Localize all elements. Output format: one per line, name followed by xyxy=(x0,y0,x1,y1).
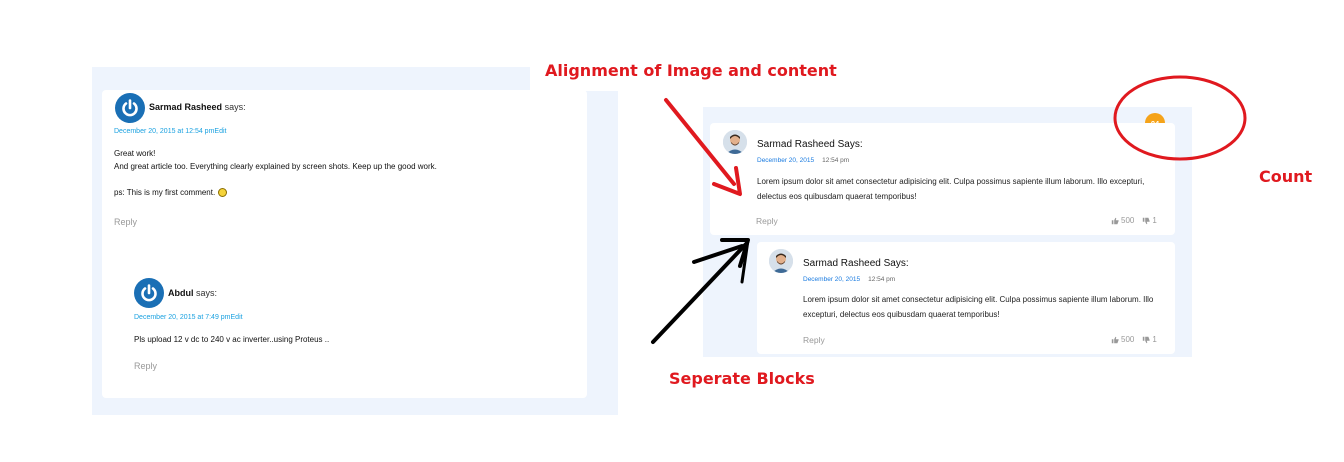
comment-line: Great work! xyxy=(114,149,156,158)
comment-author-line: Abdul says: xyxy=(168,288,217,298)
like-button[interactable]: 500 xyxy=(1111,335,1134,344)
comment-date-link[interactable]: December 20, 2015 xyxy=(757,157,814,164)
comment-author[interactable]: Sarmad Rasheed xyxy=(149,102,222,112)
reply-link[interactable]: Reply xyxy=(756,216,778,226)
thumbs-up-icon xyxy=(1111,217,1119,224)
power-icon xyxy=(122,99,138,117)
user-photo-icon xyxy=(769,249,793,273)
avatar xyxy=(769,249,793,273)
thumbs-up-icon xyxy=(1111,336,1119,343)
comment-body: Lorem ipsum dolor sit amet consectetur a… xyxy=(803,295,1154,319)
dislike-button[interactable]: 1 xyxy=(1142,216,1157,225)
comment-time: 12:54 pm xyxy=(822,157,850,164)
annotation-count: Count xyxy=(1259,167,1313,186)
comment-reactions: 500 1 xyxy=(1111,216,1157,225)
comment-body: Pls upload 12 v dc to 240 v ac inverter.… xyxy=(134,335,330,344)
says-label: Says: xyxy=(837,139,863,150)
comment-author-line: Sarmad Rasheed says: xyxy=(149,102,246,112)
comment-meta: December 20, 2015 12:54 pm xyxy=(803,276,895,283)
user-photo-icon xyxy=(723,130,747,154)
comment-meta: December 20, 2015 12:54 pm xyxy=(757,157,849,164)
comment-reactions: 500 1 xyxy=(1111,335,1157,344)
comment-author-line: Sarmad Rasheed Says: xyxy=(803,258,909,269)
comment-date-link[interactable]: December 20, 2015 at 12:54 pmEdit xyxy=(114,128,226,135)
like-button[interactable]: 500 xyxy=(1111,216,1134,225)
dislike-button[interactable]: 1 xyxy=(1142,335,1157,344)
comment-line-wrap: ps: This is my first comment. xyxy=(114,186,437,199)
comment-author[interactable]: Abdul xyxy=(168,288,194,298)
old-comment-card xyxy=(102,90,587,398)
reply-link[interactable]: Reply xyxy=(803,335,825,345)
comment-line: And great article too. Everything clearl… xyxy=(114,162,437,171)
thumbs-down-icon xyxy=(1143,217,1150,224)
reply-link[interactable]: Reply xyxy=(134,361,157,371)
reply-link[interactable]: Reply xyxy=(114,217,137,227)
smiley-icon xyxy=(218,188,228,198)
avatar xyxy=(115,93,145,123)
annotation-separate-blocks: Seperate Blocks xyxy=(669,369,815,388)
dislike-count: 1 xyxy=(1152,216,1157,225)
comment-date-link[interactable]: December 20, 2015 at 7:49 pmEdit xyxy=(134,314,243,321)
comment-line: ps: This is my first comment. xyxy=(114,188,216,197)
power-icon xyxy=(141,284,157,302)
dislike-count: 1 xyxy=(1152,335,1157,344)
comment-body: Great work! And great article too. Every… xyxy=(114,147,437,199)
annotation-alignment: Alignment of Image and content xyxy=(545,61,837,80)
comment-author[interactable]: Sarmad Rasheed xyxy=(757,139,835,150)
comment-time: 12:54 pm xyxy=(868,276,896,283)
comment-author-line: Sarmad Rasheed Says: xyxy=(757,139,863,150)
like-count: 500 xyxy=(1121,335,1135,344)
thumbs-down-icon xyxy=(1143,336,1150,343)
avatar xyxy=(723,130,747,154)
comment-date-link[interactable]: December 20, 2015 xyxy=(803,276,860,283)
comment-body: Lorem ipsum dolor sit amet consectetur a… xyxy=(757,177,1145,201)
says-label: says: xyxy=(224,102,246,112)
comment-author[interactable]: Sarmad Rasheed xyxy=(803,258,881,269)
avatar xyxy=(134,278,164,308)
says-label: says: xyxy=(196,288,218,298)
says-label: Says: xyxy=(883,258,909,269)
like-count: 500 xyxy=(1121,216,1135,225)
